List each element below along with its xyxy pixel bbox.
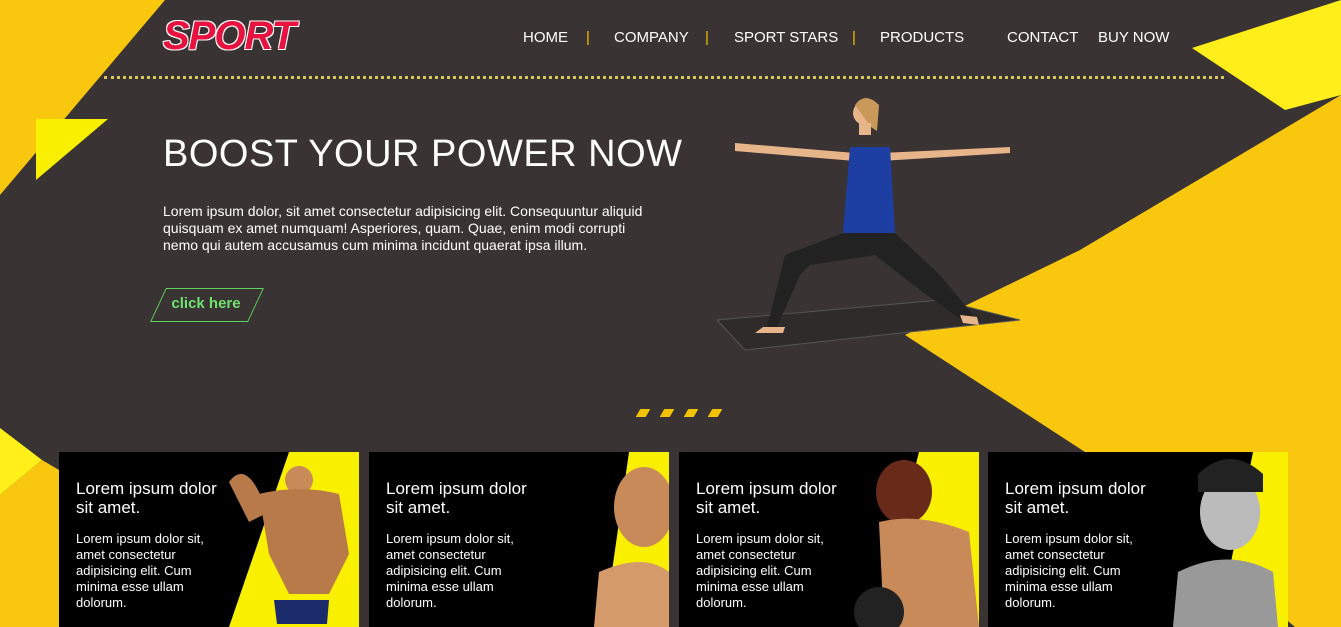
card-title: Lorem ipsum dolor sit amet. (76, 479, 217, 517)
sport-logo[interactable]: SPORT (163, 14, 296, 58)
feature-card[interactable]: Lorem ipsum dolor sit amet. Lorem ipsum … (59, 452, 359, 627)
hero-text: Lorem ipsum dolor, sit amet consectetur … (163, 203, 643, 253)
yoga-woman-image (715, 98, 1021, 351)
card-text: Lorem ipsum dolor sit, amet consectetur … (386, 531, 514, 610)
nav-products[interactable]: PRODUCTS (880, 29, 964, 47)
yellow-shape-top-right (1192, 0, 1341, 110)
nav-buy-now[interactable]: BUY NOW (1098, 29, 1169, 47)
athlete-image (594, 452, 669, 627)
bodybuilder-image (229, 452, 359, 627)
feature-card[interactable]: Lorem ipsum dolor sit amet. Lorem ipsum … (369, 452, 669, 627)
fighter-image (1173, 452, 1288, 627)
card-title: Lorem ipsum dolor sit amet. (1005, 479, 1146, 517)
nav-sport-stars[interactable]: SPORT STARS (734, 29, 838, 47)
card-text: Lorem ipsum dolor sit, amet consectetur … (696, 531, 824, 610)
yellow-triangle-small (36, 119, 108, 180)
card-text: Lorem ipsum dolor sit, amet consectetur … (1005, 531, 1133, 610)
nav-separator: | (705, 29, 709, 46)
nav-home[interactable]: HOME (523, 29, 568, 47)
click-here-button[interactable] (150, 288, 264, 322)
nav-contact[interactable]: CONTACT (1007, 29, 1078, 47)
nav-separator: | (586, 29, 590, 46)
nav-company[interactable]: COMPANY (614, 29, 689, 47)
feature-card[interactable]: Lorem ipsum dolor sit amet. Lorem ipsum … (988, 452, 1288, 627)
weightlifter-image (854, 452, 979, 627)
feature-card[interactable]: Lorem ipsum dolor sit amet. Lorem ipsum … (679, 452, 979, 627)
nav-separator: | (852, 29, 856, 46)
hero-title: BOOST YOUR POWER NOW (163, 133, 683, 175)
yellow-shape-top-left (0, 0, 165, 195)
card-text: Lorem ipsum dolor sit, amet consectetur … (76, 531, 204, 610)
card-title: Lorem ipsum dolor sit amet. (696, 479, 837, 517)
header-divider (104, 76, 1224, 79)
card-title: Lorem ipsum dolor sit amet. (386, 479, 527, 517)
